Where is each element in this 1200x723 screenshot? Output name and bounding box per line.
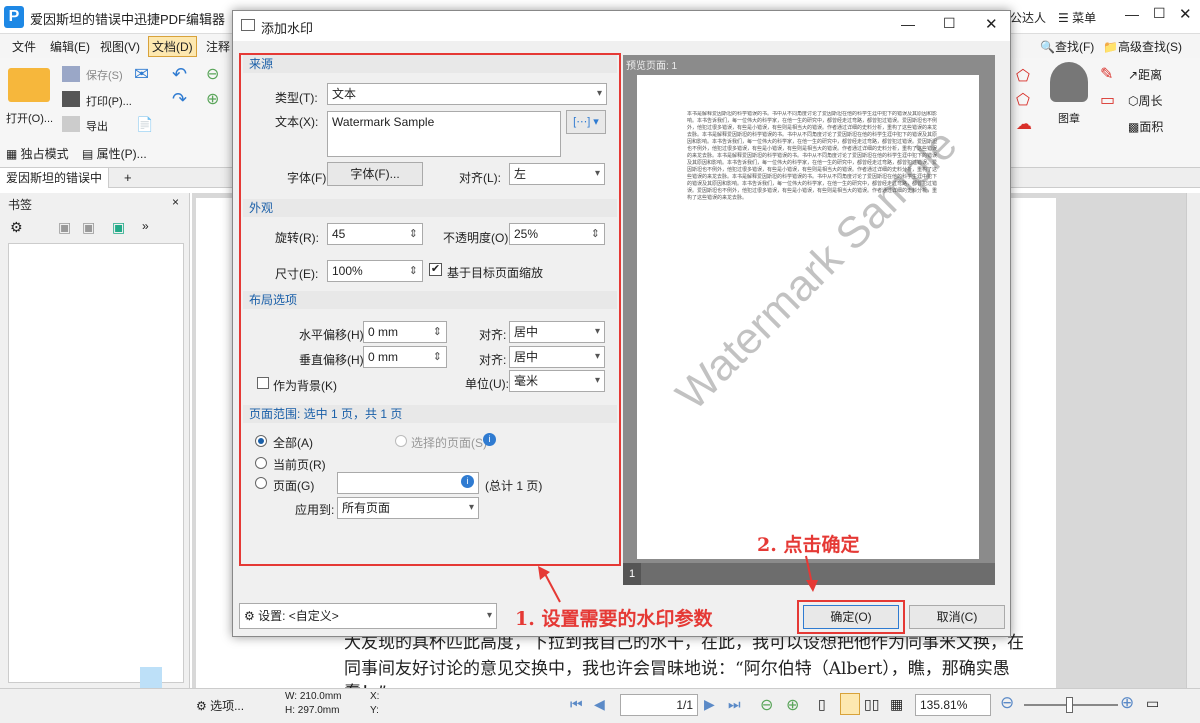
- annotation-arrows: [538, 555, 818, 603]
- step1-arrow: [543, 571, 561, 603]
- step2-arrowhead: [806, 580, 818, 592]
- step2-arrow: [805, 555, 813, 585]
